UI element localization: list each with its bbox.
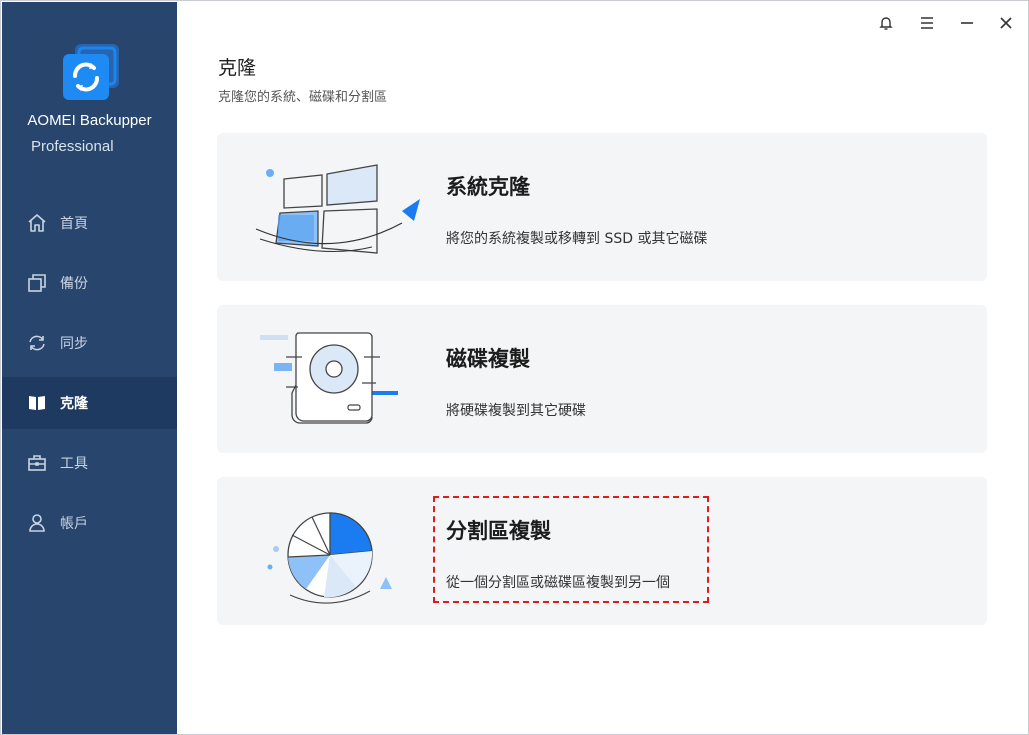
minimize-button[interactable] <box>955 11 979 35</box>
sidebar-item-tools[interactable]: 工具 <box>2 437 177 489</box>
system-clone-card[interactable]: 系統克隆 將您的系統複製或移轉到 SSD 或其它磁碟 <box>217 133 987 281</box>
user-icon <box>26 512 48 534</box>
clone-icon <box>26 392 48 414</box>
card-title: 磁碟複製 <box>446 347 530 371</box>
notification-button[interactable] <box>874 11 898 35</box>
app-edition: Professional <box>31 138 114 155</box>
page-subtitle: 克隆您的系統、磁碟和分割區 <box>218 90 388 105</box>
menu-button[interactable] <box>915 11 939 35</box>
sidebar-item-label: 同步 <box>60 336 88 352</box>
sidebar-item-clone[interactable]: 克隆 <box>2 377 177 429</box>
app-logo-icon <box>61 42 121 102</box>
disk-clone-card[interactable]: 磁碟複製 將硬碟複製到其它硬碟 <box>217 305 987 453</box>
sidebar-item-label: 備份 <box>60 276 88 292</box>
app-name: AOMEI Backupper <box>27 112 152 129</box>
sidebar-item-backup[interactable]: 備份 <box>2 257 177 309</box>
partition-pie-icon <box>252 495 422 610</box>
backup-icon <box>26 272 48 294</box>
sidebar-item-home[interactable]: 首頁 <box>2 197 177 249</box>
home-icon <box>26 212 48 234</box>
toolbox-icon <box>26 452 48 474</box>
sidebar-item-label: 首頁 <box>60 216 88 232</box>
sidebar-item-label: 克隆 <box>60 396 88 412</box>
highlight-box <box>433 496 709 603</box>
close-icon <box>1000 17 1012 29</box>
bell-icon <box>879 17 893 30</box>
sidebar-item-label: 工具 <box>60 456 88 472</box>
sidebar-item-account[interactable]: 帳戶 <box>2 497 177 549</box>
sidebar-nav: 首頁 備份 同步 克隆 工具 帳戶 <box>2 197 177 557</box>
card-description: 將您的系統複製或移轉到 SSD 或其它磁碟 <box>446 231 708 247</box>
page-title: 克隆 <box>218 57 257 79</box>
menu-icon <box>921 17 933 29</box>
sidebar-item-sync[interactable]: 同步 <box>2 317 177 369</box>
card-description: 將硬碟複製到其它硬碟 <box>446 403 586 419</box>
hard-disk-icon <box>252 323 567 438</box>
sync-icon <box>26 332 48 354</box>
app-window: AOMEI Backupper Professional 首頁 備份 同步 克隆… <box>0 0 1029 735</box>
sidebar: AOMEI Backupper Professional 首頁 備份 同步 克隆… <box>2 2 177 734</box>
close-button[interactable] <box>994 11 1018 35</box>
minimize-icon <box>961 22 973 24</box>
card-title: 系統克隆 <box>446 175 530 199</box>
sidebar-item-label: 帳戶 <box>60 516 88 532</box>
windows-system-icon <box>252 151 422 266</box>
